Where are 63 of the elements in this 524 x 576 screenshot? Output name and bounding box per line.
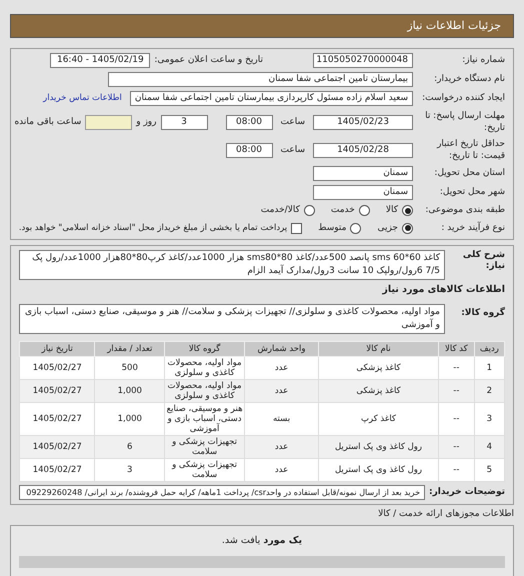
radio-button[interactable] <box>350 222 362 234</box>
city-field: سمنان <box>313 185 413 200</box>
section-title: اطلاعات مجوزهای ارائه خدمت / کالا <box>377 508 514 522</box>
description-field: کاغذ 60*60 sms پانصد 500عدد/کاغذ 80*sms80 هزار 1000عدد/کاغذ کرپ80*80هزار 1000عدد/رول پک 7/5 6رول/رولپک 10 سانت 3رول/مدارک آیمد الزام <box>19 250 445 280</box>
checkbox-label: پرداخت تمام یا بخشی از مبلغ خریداز محل "اسناد خزانه اسلامی" خواهد بود. <box>18 222 288 235</box>
buyer-contact-link[interactable]: اطلاعات تماس خریدار <box>43 92 122 105</box>
table-cell: 5 <box>474 458 504 482</box>
deadline-time-field: 08:00 <box>226 114 272 130</box>
requester-field: سعید اسلام زاده مسئول کارپردازی بیمارستان تامین اجتماعی شفا سمنان <box>130 91 413 106</box>
radio-label: کالا/خدمت <box>260 204 300 217</box>
radio-label: جزیی <box>377 222 398 234</box>
radio-label: خدمت <box>330 204 355 217</box>
radio-button[interactable] <box>402 205 413 216</box>
province-field: سمنان <box>313 166 413 181</box>
table-cell: رول کاغذ وی پک استریل <box>318 458 438 482</box>
radio-label: متوسط <box>318 222 346 234</box>
field-label: ایجاد کننده درخواست: <box>421 93 505 104</box>
need-number-field: 1105050270000048 <box>313 53 413 68</box>
deadline-date-field: 1405/02/23 <box>313 114 413 130</box>
remaining-hours-field <box>85 114 132 130</box>
table-cell: 3 <box>94 458 165 482</box>
field-label: توضیحات خریدار: <box>429 487 505 498</box>
table-cell: -- <box>438 458 474 482</box>
buyer-field: بیمارستان تامین اجتماعی شفا سمنان <box>108 72 413 87</box>
field-label: روز و <box>136 116 156 128</box>
column-header: کد کالا <box>438 342 474 357</box>
radio-button[interactable] <box>358 205 370 216</box>
page-header: جزئیات اطلاعات نیاز <box>10 14 514 38</box>
field-label: ساعت <box>280 116 305 128</box>
field-label: مهلت ارسال پاسخ: تا تاریخ: <box>424 110 505 134</box>
field-label: شرح کلی نیاز: <box>462 250 505 272</box>
table-cell: تجهیزات پزشکی و سلامت <box>164 458 245 482</box>
field-label: شهر محل تحویل: <box>438 187 505 198</box>
field-label: ساعت <box>280 144 305 156</box>
column-header: نام کالا <box>318 342 438 357</box>
validity-date-field: 1405/02/28 <box>313 142 413 158</box>
field-label: گروه کالا: <box>460 308 505 320</box>
goods-group-field: مواد اولیه، محصولات کاغذی و سلولزی// تجهیزات پزشکی و سلامت// هنر و موسیقی، صنایع دستی، اسباب بازی و آموزشی <box>19 304 445 334</box>
table-cell: 1405/02/27 <box>20 458 95 482</box>
radio-button[interactable] <box>402 222 413 234</box>
buyer-notes-field: خرید بعد از ارسال نمونه/قابل استفاده در واحدcsr/ پرداخت 1ماهه/ کرایه حمل فروشنده/ برند ایرانی/ 09229260248 <box>19 485 426 500</box>
field-label: نوع فرآیند خرید : <box>440 222 505 234</box>
radio-label: کالا <box>386 204 398 217</box>
announce-date-field: 1405/02/19 - 16:40 <box>50 53 150 68</box>
column-header: واحد شمارش <box>244 342 318 357</box>
checkbox[interactable] <box>291 222 302 234</box>
field-label: شماره نیاز: <box>461 55 505 66</box>
field-label: طبقه بندی موضوعی: <box>424 205 505 216</box>
column-header: گروه کالا <box>164 342 245 357</box>
field-label: حداقل تاریخ اعتبار قیمت: تا تاریخ: <box>436 138 505 162</box>
column-header: تعداد / مقدار <box>94 342 165 357</box>
days-field: 3 <box>160 114 208 130</box>
field-label: ساعت باقی مانده <box>14 116 82 128</box>
radio-button[interactable] <box>304 205 315 216</box>
validity-time-field: 08:00 <box>226 142 272 158</box>
column-header: ردیف <box>474 342 504 357</box>
field-label: تاریخ و ساعت اعلان عمومی: <box>154 55 263 66</box>
field-label: استان محل تحویل: <box>433 168 505 179</box>
column-header: تاریخ نیاز <box>20 342 95 357</box>
table-cell: عدد <box>244 458 318 482</box>
results-message: یک مورد یافت شد. <box>220 534 304 548</box>
section-title: اطلاعات کالاهای مورد نیاز <box>381 283 505 297</box>
field-label: نام دستگاه خریدار: <box>433 74 505 85</box>
